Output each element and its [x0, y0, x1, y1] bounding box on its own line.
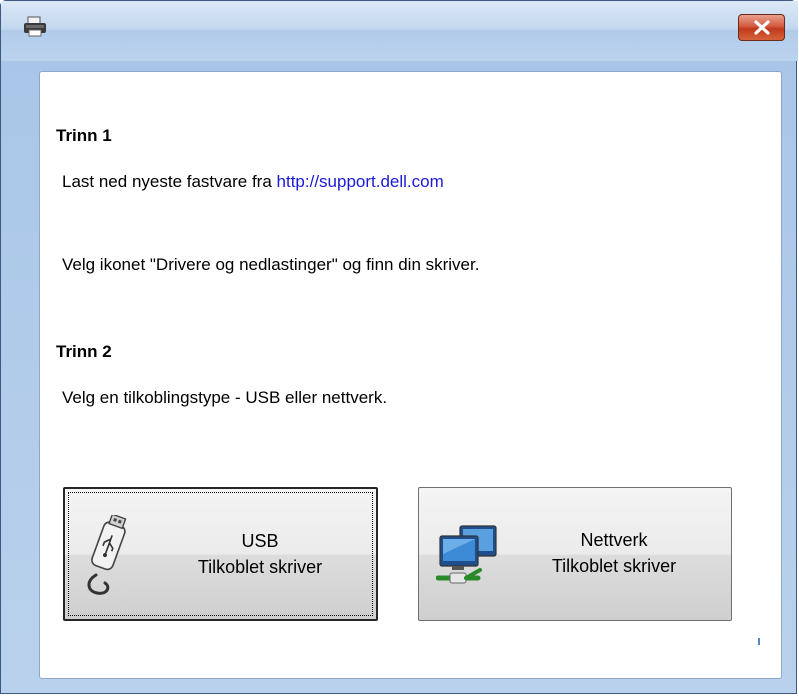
close-button[interactable]	[738, 14, 785, 41]
close-icon	[754, 20, 770, 35]
step1-heading: Trinn 1	[56, 126, 112, 145]
download-prefix: Last ned nyeste fastvare fra	[62, 172, 277, 191]
installer-window: Trinn 1 Last ned nyeste fastvare fra htt…	[0, 0, 798, 694]
network-button[interactable]: Nettverk Tilkoblet skriver	[418, 487, 732, 621]
resize-marker	[758, 638, 760, 645]
download-text: Last ned nyeste fastvare fra http://supp…	[62, 172, 444, 192]
network-icon	[435, 524, 500, 591]
title-bar[interactable]	[1, 1, 798, 61]
content-panel: Trinn 1 Last ned nyeste fastvare fra htt…	[39, 71, 782, 679]
network-label-line2: Tilkoblet skriver	[551, 556, 677, 576]
usb-button-label: USB Tilkoblet skriver	[160, 528, 360, 580]
network-button-label: Nettverk Tilkoblet skriver	[514, 527, 714, 579]
usb-button[interactable]: USB Tilkoblet skriver	[63, 487, 378, 621]
step2-instruction: Velg en tilkoblingstype - USB eller nett…	[62, 388, 388, 407]
network-label-line1: Nettverk	[580, 530, 648, 550]
usb-icon	[81, 513, 133, 604]
support-link[interactable]: http://support.dell.com	[277, 172, 444, 191]
usb-label-line1: USB	[241, 531, 279, 551]
printer-icon	[23, 15, 49, 39]
step2-heading: Trinn 2	[56, 342, 112, 361]
step1-instruction: Velg ikonet "Drivere og nedlastinger" og…	[62, 255, 480, 274]
usb-label-line2: Tilkoblet skriver	[197, 557, 323, 577]
